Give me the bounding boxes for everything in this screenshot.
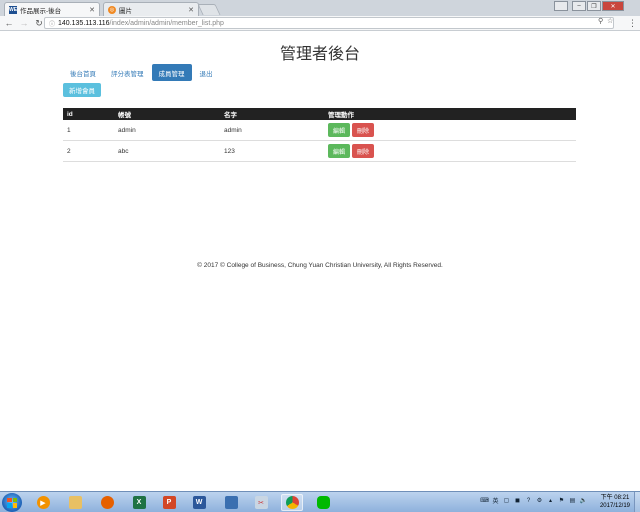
taskbar: ▶ X P W ✂ ⌨ 英 ▢ ◼ ? ⚙ ▴ ⚑ ▤ 🔈 下午 08:21 2…: [0, 491, 640, 512]
taskbar-clock[interactable]: 下午 08:21 2017/12/19: [600, 494, 630, 510]
tray-app-icon[interactable]: ◼: [513, 496, 522, 505]
url-host: 140.135.113.116: [58, 19, 110, 27]
cell-id: 2: [67, 147, 71, 155]
browser-tab-images[interactable]: ◎ 圖片 ✕: [103, 2, 199, 16]
table-header: id 帳號 名字 管理動作: [63, 108, 576, 120]
cell-account: abc: [118, 147, 129, 155]
browser-tab-strip: WE 作品展示-後台 ✕ ◎ 圖片 ✕ – ❐ ✕: [0, 0, 640, 16]
clock-date: 2017/12/19: [599, 503, 630, 509]
header-id: id: [67, 110, 73, 118]
window-close-icon[interactable]: ✕: [602, 1, 624, 11]
header-name: 名字: [224, 112, 237, 119]
site-favicon-icon: ◎: [108, 5, 116, 14]
cell-actions: 編輯 刪除: [328, 144, 576, 158]
nav-admin-home[interactable]: 後台首頁: [63, 64, 103, 81]
show-desktop-button[interactable]: [634, 492, 640, 512]
expand-tray-icon[interactable]: ▴: [546, 496, 555, 505]
table-row: 1 admin admin 編輯 刪除: [63, 120, 576, 141]
media-player-icon: ▶: [36, 496, 50, 509]
delete-button[interactable]: 刪除: [352, 144, 375, 158]
taskbar-word[interactable]: W: [188, 494, 210, 511]
header-actions: 管理動作: [328, 112, 354, 119]
delete-button[interactable]: 刪除: [352, 123, 375, 137]
nav-logout[interactable]: 退出: [193, 64, 220, 81]
start-button[interactable]: [2, 493, 22, 512]
page-title: 管理者後台: [279, 46, 360, 63]
close-tab-icon[interactable]: ✕: [89, 6, 95, 14]
page-footer: © 2017 © College of Business, Chung Yuan…: [197, 262, 443, 269]
chrome-icon: [285, 496, 299, 509]
url-path: /index/admin/admin/member_list.php: [109, 19, 224, 27]
browser-tab-admin[interactable]: WE 作品展示-後台 ✕: [4, 2, 100, 16]
powerpoint-icon: P: [162, 496, 176, 509]
admin-nav: 後台首頁 評分表管理 成員管理 退出: [63, 64, 221, 81]
minimize-icon[interactable]: –: [572, 1, 586, 11]
bookmark-star-icon[interactable]: ☆: [607, 17, 613, 25]
add-member-button[interactable]: 新增會員: [63, 83, 101, 97]
restore-icon[interactable]: ❐: [587, 1, 601, 11]
cell-account: admin: [118, 126, 136, 134]
taskbar-firefox[interactable]: [96, 494, 118, 511]
nav-score-sheet[interactable]: 評分表管理: [104, 64, 151, 81]
taskbar-remote-desktop[interactable]: [220, 494, 242, 511]
browser-menu-icon[interactable]: ⋮: [628, 18, 637, 29]
member-table: id 帳號 名字 管理動作 1 admin admin 編輯 刪除 2 abc …: [63, 108, 576, 162]
line-chat-icon: [316, 496, 330, 509]
zoom-search-icon[interactable]: ⚲: [598, 17, 603, 25]
settings-icon[interactable]: ⚙: [535, 496, 544, 505]
new-tab-button[interactable]: [197, 4, 221, 15]
taskbar-excel[interactable]: X: [128, 494, 150, 511]
back-arrow-icon[interactable]: ←: [3, 17, 15, 29]
cell-name: admin: [224, 126, 242, 134]
taskbar-explorer[interactable]: [64, 494, 86, 511]
taskbar-media-player[interactable]: ▶: [32, 494, 54, 511]
remote-desktop-icon: [224, 496, 238, 509]
network-icon[interactable]: ▤: [568, 496, 577, 505]
cell-name: 123: [224, 147, 235, 155]
folder-icon: [68, 496, 82, 509]
edit-button[interactable]: 編輯: [328, 123, 351, 137]
site-favicon-icon: WE: [8, 5, 18, 14]
taskbar-chrome[interactable]: [281, 494, 303, 511]
help-icon[interactable]: ?: [524, 496, 533, 505]
browser-tab-label: 圖片: [119, 7, 132, 15]
taskbar-powerpoint[interactable]: P: [158, 494, 180, 511]
keyboard-icon[interactable]: ⌨: [480, 496, 489, 505]
firefox-icon: [100, 496, 114, 509]
address-bar[interactable]: ⓘ 140.135.113.116/index/admin/admin/memb…: [44, 17, 614, 29]
info-icon[interactable]: ⓘ: [49, 19, 55, 28]
action-center-flag-icon[interactable]: ⚑: [557, 496, 566, 505]
browser-tab-label: 作品展示-後台: [20, 7, 62, 15]
word-icon: W: [192, 496, 206, 509]
edit-button[interactable]: 編輯: [328, 144, 351, 158]
excel-icon: X: [132, 496, 146, 509]
forward-arrow-icon[interactable]: →: [18, 17, 30, 29]
system-tray: ⌨ 英 ▢ ◼ ? ⚙ ▴ ⚑ ▤ 🔈: [480, 496, 590, 506]
browser-toolbar: ← → ↻ ⓘ 140.135.113.116/index/admin/admi…: [0, 16, 640, 31]
table-row: 2 abc 123 編輯 刪除: [63, 141, 576, 162]
close-tab-icon[interactable]: ✕: [188, 6, 194, 14]
scissors-icon: ✂: [254, 496, 268, 509]
cell-actions: 編輯 刪除: [328, 123, 576, 137]
input-method-icon[interactable]: 英: [491, 496, 500, 505]
clock-time: 下午 08:21: [600, 495, 630, 501]
cell-id: 1: [67, 126, 71, 134]
taskbar-snipping-tool[interactable]: ✂: [250, 494, 272, 511]
taskbar-line[interactable]: [312, 494, 334, 511]
profile-button[interactable]: [554, 1, 568, 11]
windows-logo-icon: [7, 497, 17, 508]
volume-icon[interactable]: 🔈: [579, 496, 588, 505]
window-icon[interactable]: ▢: [502, 496, 511, 505]
nav-member-manage[interactable]: 成員管理: [151, 64, 192, 81]
header-account: 帳號: [118, 112, 131, 119]
